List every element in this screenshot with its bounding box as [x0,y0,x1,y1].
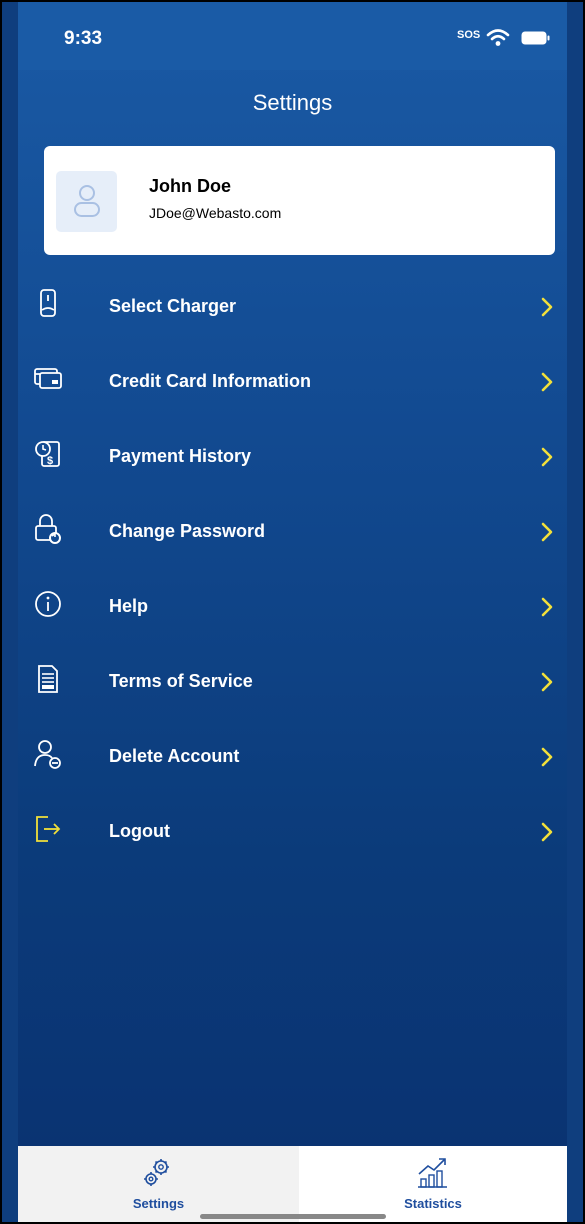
document-icon [38,665,58,693]
chevron-right-icon [541,822,553,842]
menu-label-credit-card: Credit Card Information [109,371,312,391]
chevron-right-icon [541,522,553,542]
device-frame: 9:33 SOS Settings John Doe JDoe@Webasto.… [0,0,585,1224]
menu-label-payment-history: Payment History [109,446,252,466]
chevron-right-icon [541,747,553,767]
sos-indicator: SOS [457,29,481,41]
gears-icon [144,1159,169,1186]
home-indicator[interactable] [200,1214,386,1219]
info-icon [35,591,61,617]
page-title: Settings [252,90,333,115]
menu-label-logout: Logout [109,821,170,841]
tab-statistics-label: Statistics [404,1196,462,1211]
menu-label-help: Help [109,596,149,616]
profile-email: JDoe@Webasto.com [149,205,282,221]
menu-item-delete-account[interactable]: Delete Account [18,720,567,795]
lock-refresh-icon [35,514,61,544]
chevron-right-icon [541,672,553,692]
chevron-right-icon [541,297,553,317]
menu-item-credit-card[interactable]: Credit Card Information [18,345,567,420]
menu-item-logout[interactable]: Logout [18,795,567,870]
menu-label-delete-account: Delete Account [109,746,240,766]
profile-name: John Doe [149,176,232,196]
tab-bar: Settings Statistics [18,1146,567,1222]
menu-item-terms[interactable]: Terms of Service [18,645,567,720]
menu-label-select-charger: Select Charger [109,296,237,316]
menu-item-select-charger[interactable]: Select Charger [18,270,567,345]
payment-history-icon: $ [35,441,60,467]
charger-icon [40,289,56,317]
chevron-right-icon [541,447,553,467]
settings-menu: Select Charger Credit Card Information $… [18,270,567,870]
profile-card[interactable]: John Doe JDoe@Webasto.com [44,146,555,255]
menu-item-payment-history[interactable]: $ Payment History [18,420,567,495]
menu-item-help[interactable]: Help [18,570,567,645]
menu-item-change-password[interactable]: Change Password [18,495,567,570]
wifi-icon [486,29,510,46]
svg-text:$: $ [47,455,53,467]
credit-card-icon [34,368,62,389]
status-bar: 9:33 SOS [18,2,567,70]
menu-label-change-password: Change Password [109,521,266,541]
statistics-icon [418,1158,447,1188]
menu-label-terms: Terms of Service [109,671,253,691]
app-screen: 9:33 SOS Settings John Doe JDoe@Webasto.… [18,2,567,1222]
user-icon [74,185,100,217]
chevron-right-icon [541,597,553,617]
logout-icon [36,816,61,842]
status-time: 9:33 [64,28,103,49]
user-remove-icon [34,740,61,769]
avatar [56,171,117,232]
battery-icon [521,31,550,45]
chevron-right-icon [541,372,553,392]
tab-statistics[interactable]: Statistics [299,1146,567,1222]
tab-settings-label: Settings [132,1196,185,1211]
tab-settings[interactable]: Settings [18,1146,299,1222]
